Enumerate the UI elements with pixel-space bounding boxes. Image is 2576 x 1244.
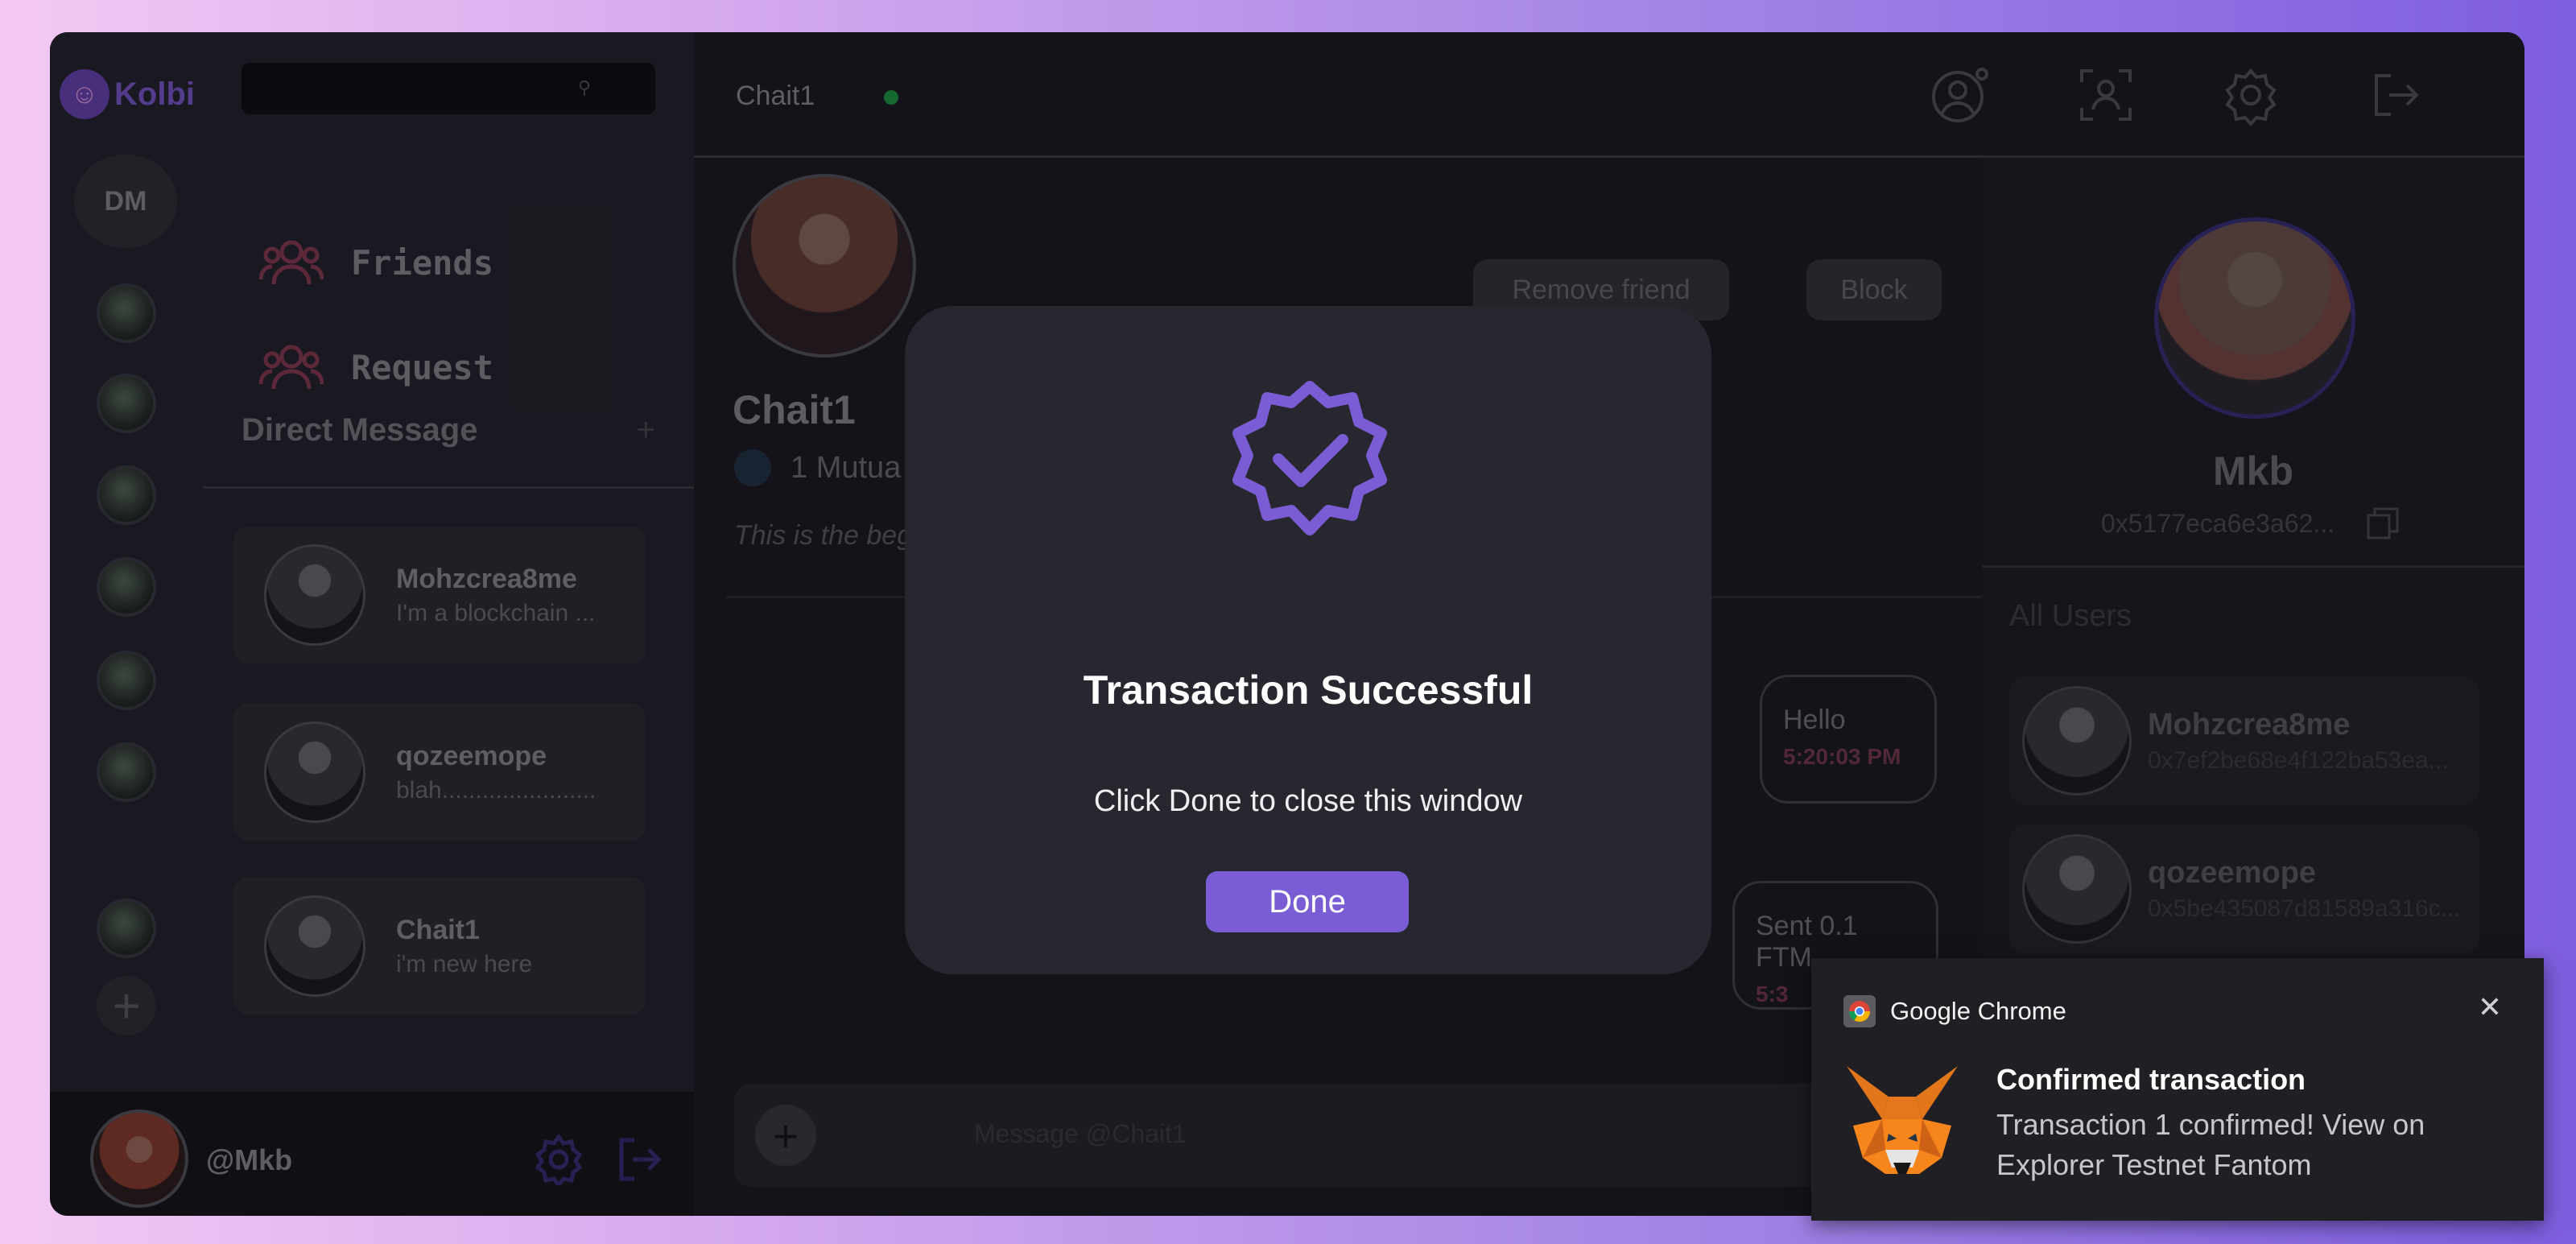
metamask-fox-icon [1847, 1066, 1958, 1174]
transaction-modal: Transaction Successful Click Done to clo… [905, 306, 1711, 974]
system-notification[interactable]: Google Chrome ✕ Confirmed transaction Tr… [1811, 958, 2544, 1221]
close-icon[interactable]: ✕ [2478, 990, 2502, 1024]
modal-title: Transaction Successful [1083, 667, 1534, 713]
done-button[interactable]: Done [1206, 871, 1409, 932]
chrome-icon [1843, 995, 1876, 1027]
notification-body: Transaction 1 confirmed! View on Explore… [1996, 1108, 2425, 1181]
notification-header: Google Chrome [1843, 995, 2066, 1027]
verified-badge-icon [1232, 381, 1387, 535]
modal-subtitle: Click Done to close this window [1093, 784, 1523, 818]
notification-title: Confirmed transaction [1996, 1063, 2306, 1096]
notification-app: Google Chrome [1890, 997, 2066, 1025]
